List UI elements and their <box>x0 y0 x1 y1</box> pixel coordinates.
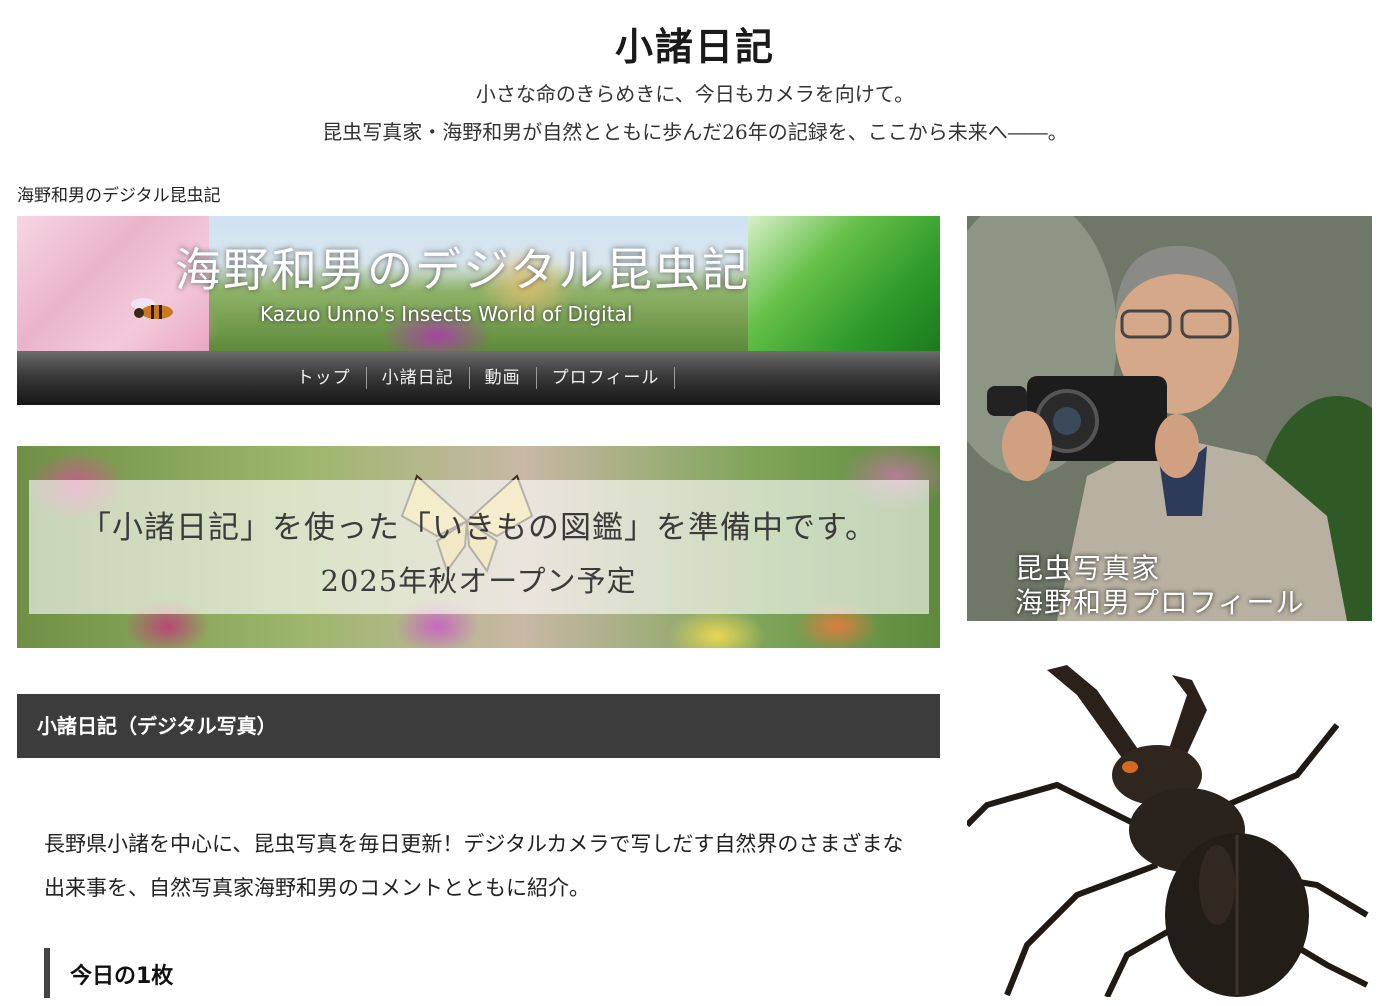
zukan-line-1: 「小諸日記」を使った「いきもの図鑑」を準備中です。 <box>80 510 877 546</box>
banner-title: 海野和男のデジタル昆虫記 <box>175 243 751 297</box>
nav-komoro-diary[interactable]: 小諸日記 <box>367 367 470 389</box>
banner-subtitle: Kazuo Unno's Insects World of Digital <box>260 302 633 326</box>
breadcrumb-link[interactable]: 海野和男のデジタル昆虫記 <box>17 181 221 206</box>
banner-photo: 海野和男のデジタル昆虫記 Kazuo Unno's Insects World … <box>17 216 940 351</box>
green-leaf-photo <box>748 216 940 351</box>
tagline-line-1: 小さな命のきらめきに、今日もカメラを向けて。 <box>475 82 915 106</box>
profile-caption-line-2: 海野和男プロフィール <box>1015 586 1305 619</box>
profile-caption-line-1: 昆虫写真家 <box>1015 552 1161 585</box>
tagline-line-2: 昆虫写真家・海野和男が自然とともに歩んだ26年の記録を、ここから未来へ――。 <box>322 120 1068 144</box>
zukan-announcement-banner[interactable]: 「小諸日記」を使った「いきもの図鑑」を準備中です。 2025年秋オープン予定 <box>17 446 940 648</box>
site-title: 小諸日記 <box>614 24 775 69</box>
section-intro: 長野県小諸を中心に、昆虫写真を毎日更新！デジタルカメラで写しだす自然界のさまざま… <box>44 832 904 900</box>
site-banner[interactable]: 海野和男のデジタル昆虫記 Kazuo Unno's Insects World … <box>17 216 940 405</box>
nav-video[interactable]: 動画 <box>470 367 537 389</box>
zukan-line-2: 2025年秋オープン予定 <box>320 564 637 598</box>
stag-beetle-photo <box>967 665 1369 997</box>
nav-profile[interactable]: プロフィール <box>537 367 676 389</box>
section-heading: 小諸日記（デジタル写真） <box>17 694 940 758</box>
profile-caption: 昆虫写真家 海野和男プロフィール <box>1015 552 1304 620</box>
profile-card[interactable]: 昆虫写真家 海野和男プロフィール <box>967 216 1372 621</box>
today-photo-heading: 今日の1枚 <box>44 948 444 998</box>
nav-top[interactable]: トップ <box>282 367 367 389</box>
bee-icon <box>131 298 173 319</box>
banner-nav: トップ 小諸日記 動画 プロフィール <box>17 351 940 405</box>
